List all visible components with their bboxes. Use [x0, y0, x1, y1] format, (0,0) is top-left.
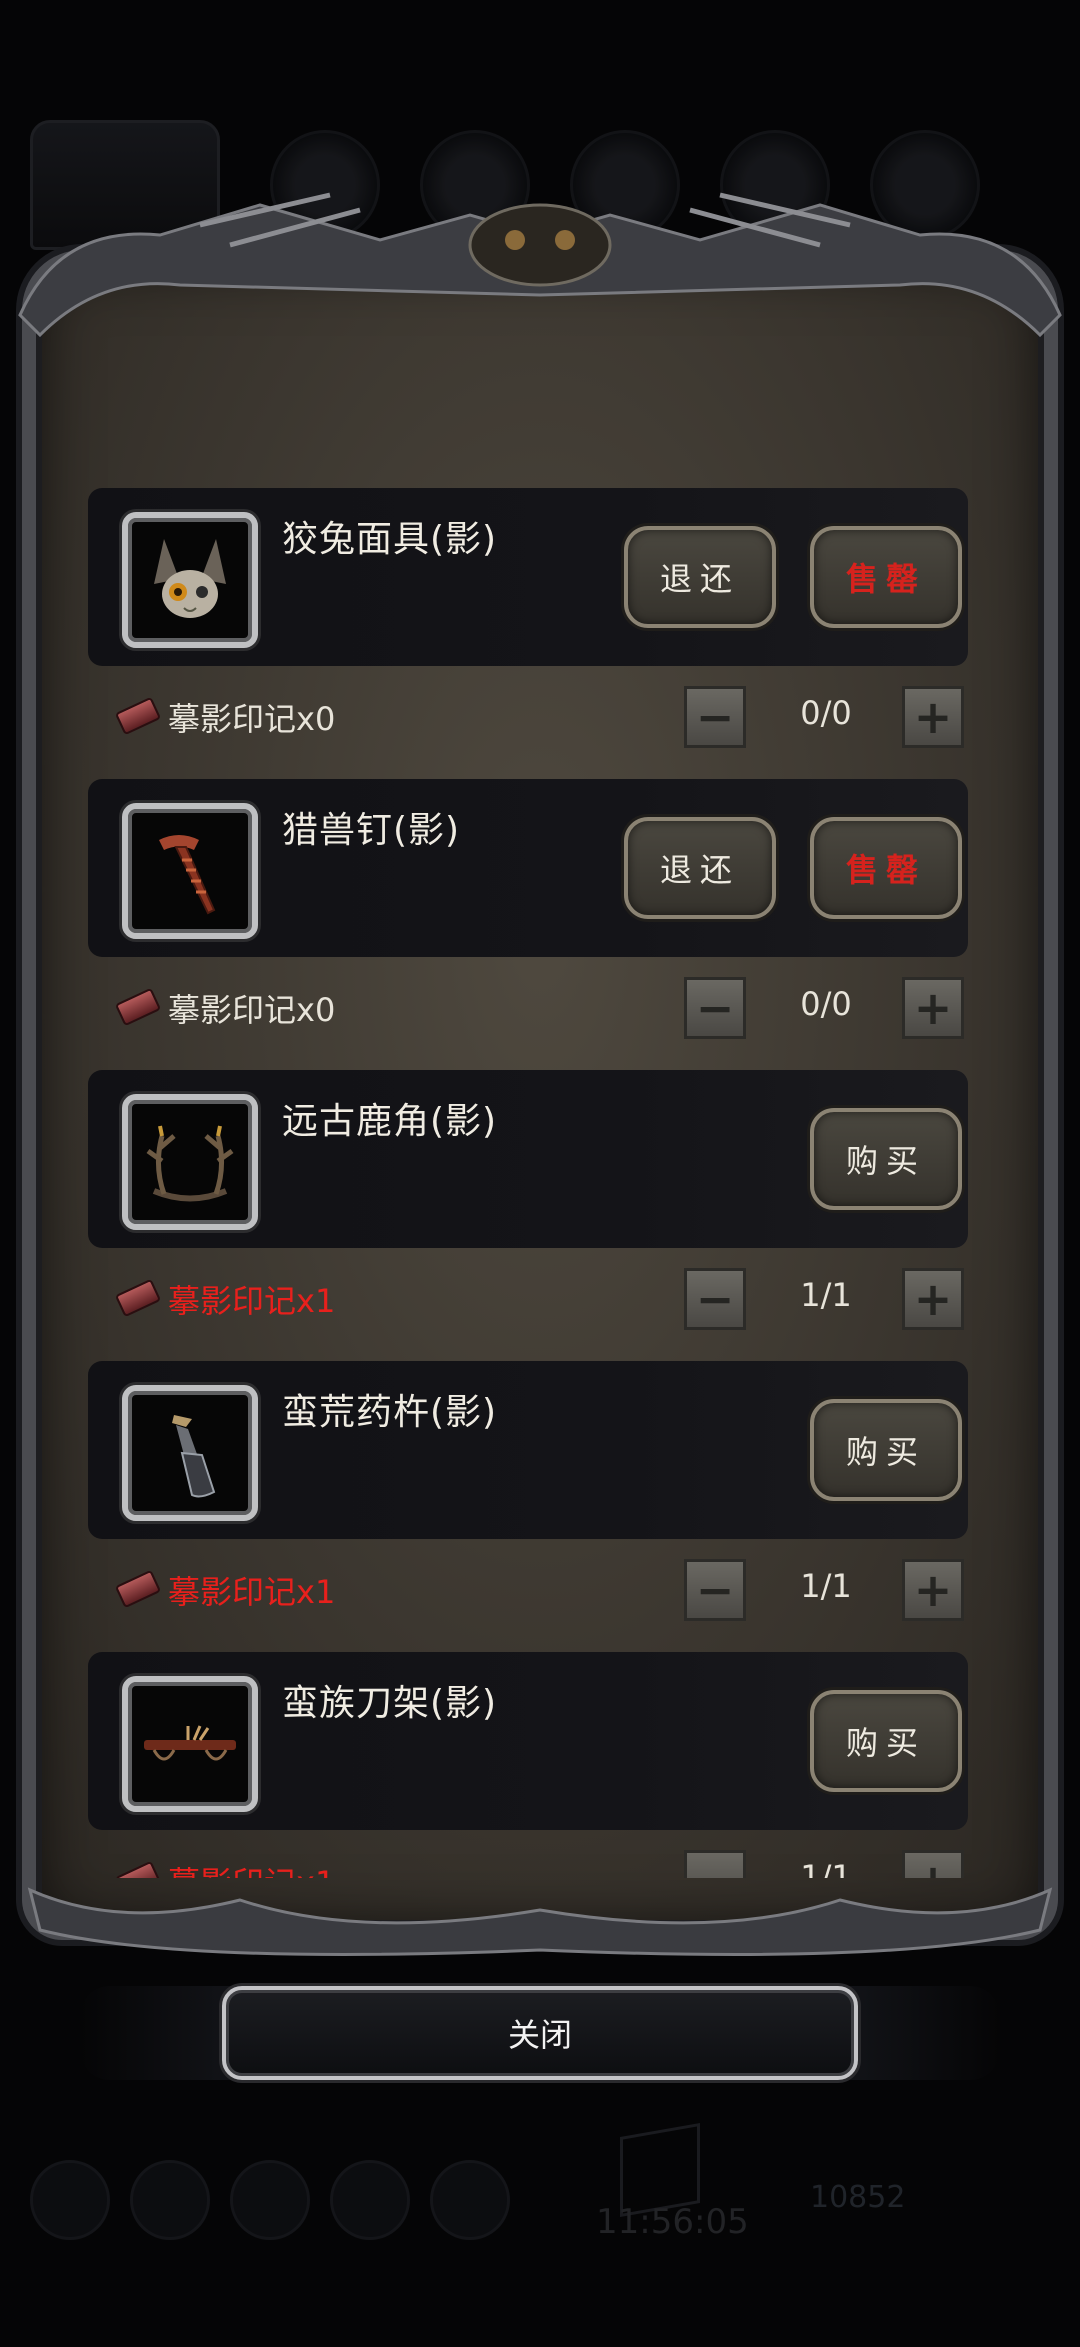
rabbit-mask-icon: [154, 539, 226, 618]
refund-button[interactable]: 退还: [624, 526, 776, 628]
item-name: 远古鹿角(影): [282, 1101, 498, 1142]
quantity-value: 1/1: [800, 1276, 852, 1314]
background-tab-icon: [870, 130, 980, 240]
price-label: 摹影印记x1: [168, 1282, 336, 1320]
quantity-value: 0/0: [800, 694, 852, 732]
item-card: 蛮族刀架(影) 购买: [88, 1652, 968, 1830]
item-card: 猎兽钉(影) 退还 售罄: [88, 779, 968, 957]
item-name: 猎兽钉(影): [282, 810, 461, 851]
background-tab-bar: [30, 120, 1050, 250]
quantity-minus-button[interactable]: −: [684, 686, 746, 748]
sold-out-button[interactable]: 售罄: [810, 526, 962, 628]
price-row: 摹影印记x1 − 1/1 +: [84, 1262, 996, 1342]
pestle-icon: [172, 1415, 216, 1498]
antler-icon: [146, 1125, 234, 1202]
close-button[interactable]: 关闭: [222, 1986, 858, 2080]
shop-item: 远古鹿角(影) 购买 摹影印记x1 − 1/1 +: [84, 1070, 996, 1360]
item-card: 狡兔面具(影) 退还 售罄: [88, 488, 968, 666]
quantity-plus-button[interactable]: +: [902, 1268, 964, 1330]
price-label: 摹影印记x1: [168, 1573, 336, 1611]
game-screen: 狡兔面具(影) 退还 售罄 摹影印记x0 − 0/0 + 猎兽钉(影) 退还 售…: [0, 0, 1080, 2347]
shop-item: 狡兔面具(影) 退还 售罄 摹影印记x0 − 0/0 +: [84, 488, 996, 778]
item-icon-frame[interactable]: [122, 1385, 258, 1521]
background-portrait: [30, 120, 220, 250]
item-icon-frame[interactable]: [122, 803, 258, 939]
background-tab-icon: [420, 130, 530, 240]
blade-rack-icon: [144, 1725, 236, 1761]
price-row: 摹影印记x1 − 1/1 +: [84, 1553, 996, 1633]
price-row: 摹影印记x0 − 0/0 +: [84, 680, 996, 760]
item-icon-frame[interactable]: [122, 1094, 258, 1230]
hud-icon: [430, 2160, 510, 2240]
seal-token-icon: [114, 696, 162, 736]
background-tab-icon: [570, 130, 680, 240]
item-list[interactable]: 狡兔面具(影) 退还 售罄 摹影印记x0 − 0/0 + 猎兽钉(影) 退还 售…: [84, 488, 996, 1878]
item-name: 蛮族刀架(影): [282, 1683, 498, 1724]
price-label: 摹影印记x0: [168, 700, 336, 738]
item-card: 蛮荒药杵(影) 购买: [88, 1361, 968, 1539]
background-tab-icon: [720, 130, 830, 240]
buy-button[interactable]: 购买: [810, 1690, 962, 1792]
hud-icon: [130, 2160, 210, 2240]
item-name: 狡兔面具(影): [282, 519, 498, 560]
quantity-plus-button[interactable]: +: [902, 1850, 964, 1878]
quantity-value: 1/1: [800, 1567, 852, 1605]
shop-item: 猎兽钉(影) 退还 售罄 摹影印记x0 − 0/0 +: [84, 779, 996, 1069]
price-row: 摹影印记x1 − 1/1 +: [84, 1844, 996, 1878]
item-name: 蛮荒药杵(影): [282, 1392, 498, 1433]
buy-button[interactable]: 购买: [810, 1108, 962, 1210]
quantity-plus-button[interactable]: +: [902, 686, 964, 748]
buy-button[interactable]: 购买: [810, 1399, 962, 1501]
quantity-value: 0/0: [800, 985, 852, 1023]
seal-token-icon: [114, 987, 162, 1027]
item-icon-frame[interactable]: [122, 512, 258, 648]
item-icon-frame[interactable]: [122, 1676, 258, 1812]
quantity-minus-button[interactable]: −: [684, 977, 746, 1039]
shop-item: 蛮族刀架(影) 购买 摹影印记x1 − 1/1 +: [84, 1652, 996, 1878]
hud-icon: [330, 2160, 410, 2240]
currency-text: 10852: [810, 2180, 906, 2215]
refund-button[interactable]: 退还: [624, 817, 776, 919]
clock-text: 11:56:05: [596, 2202, 749, 2242]
hud-icon: [30, 2160, 110, 2240]
quantity-minus-button[interactable]: −: [684, 1850, 746, 1878]
quantity-minus-button[interactable]: −: [684, 1559, 746, 1621]
quantity-minus-button[interactable]: −: [684, 1268, 746, 1330]
shop-item: 蛮荒药杵(影) 购买 摹影印记x1 − 1/1 +: [84, 1361, 996, 1651]
price-label: 摹影印记x1: [168, 1858, 335, 1878]
quantity-plus-button[interactable]: +: [902, 977, 964, 1039]
spike-icon: [159, 835, 216, 915]
background-tab-icon: [270, 130, 380, 240]
hud-icon: [230, 2160, 310, 2240]
quantity-value: 1/1: [800, 1858, 852, 1878]
sold-out-button[interactable]: 售罄: [810, 817, 962, 919]
seal-token-icon: [114, 1569, 162, 1609]
price-label: 摹影印记x0: [168, 991, 336, 1029]
background-hud: 11:56:05 10852: [0, 2120, 1080, 2280]
seal-token-icon: [114, 1278, 162, 1318]
seal-token-icon: [114, 1860, 162, 1878]
quantity-plus-button[interactable]: +: [902, 1559, 964, 1621]
item-card: 远古鹿角(影) 购买: [88, 1070, 968, 1248]
price-row: 摹影印记x0 − 0/0 +: [84, 971, 996, 1051]
